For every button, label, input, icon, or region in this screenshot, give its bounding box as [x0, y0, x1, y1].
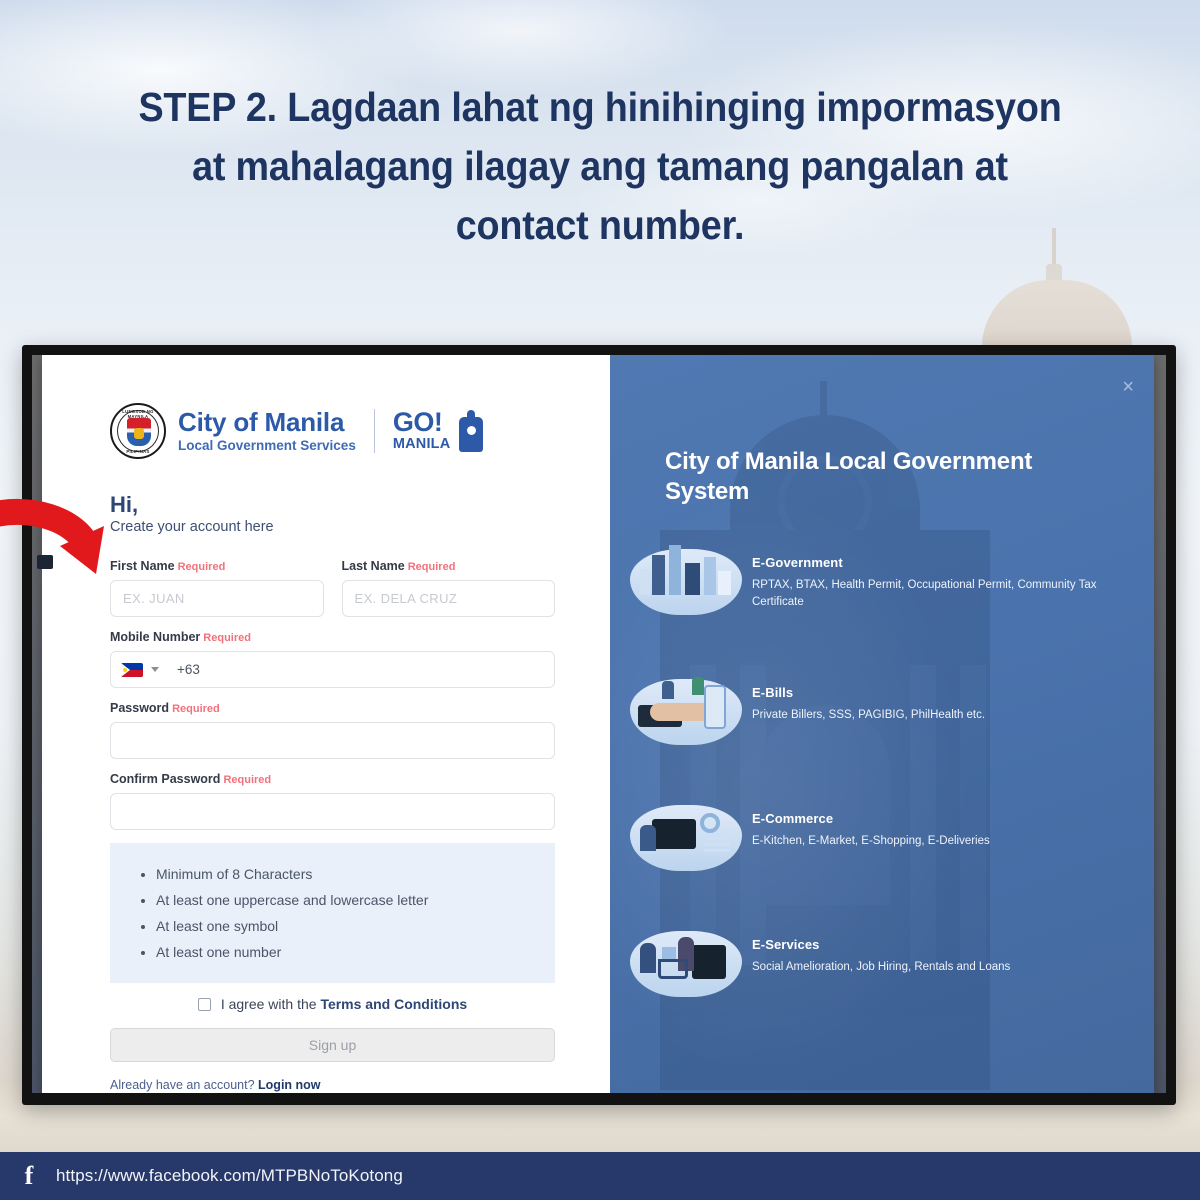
last-name-label: Last Name Required — [342, 559, 556, 573]
confirm-password-required: Required — [223, 774, 272, 787]
last-name-field-group: Last Name Required EX. DELA CRUZ — [341, 559, 556, 618]
service-title: E-Services — [752, 937, 820, 952]
password-rule: At least one uppercase and lowercase let… — [156, 887, 535, 913]
manila-seal-icon: LUNGSOD NG MAYNILA PILIPINAS — [110, 403, 166, 459]
terms-checkbox[interactable] — [197, 997, 211, 1011]
handshake-illustration-icon — [622, 663, 752, 759]
login-prompt-row: Already have an account? Login now — [110, 1078, 555, 1092]
info-panel: × City of Manila Local Government System… — [610, 355, 1154, 1093]
confirm-password-label: Confirm Password Required — [110, 772, 555, 786]
terms-and-conditions-link[interactable]: Terms and Conditions — [320, 996, 467, 1012]
seal-bottom-text: PILIPINAS — [126, 448, 150, 454]
password-input[interactable] — [110, 722, 555, 760]
last-name-required: Required — [407, 561, 456, 574]
first-name-required: Required — [177, 561, 226, 574]
registration-form: First Name Required EX. JUAN Last Name Req… — [110, 559, 555, 1092]
logo-divider — [373, 409, 375, 453]
service-item-e-services: E-Services Social Amelioration, Job Hiri… — [622, 915, 1102, 1011]
headline-line-1: STEP 2. Lagdaan lahat ng hinihinging imp… — [138, 84, 1062, 130]
clock-tower-icon — [456, 409, 486, 452]
login-prompt-text: Already have an account? — [110, 1078, 255, 1093]
password-required: Required — [172, 703, 220, 716]
signup-button[interactable]: Sign up — [110, 1028, 555, 1063]
service-title: E-Government — [752, 555, 843, 570]
facebook-url[interactable]: https://www.facebook.com/MTPBNoToKotong — [56, 1166, 403, 1186]
city-illustration-icon — [622, 533, 752, 629]
philippines-flag-icon[interactable] — [121, 662, 143, 677]
brand-text: City of Manila Local Government Services — [178, 406, 356, 454]
password-label: Password Required — [110, 701, 555, 715]
confirm-password-label-text: Confirm Password — [110, 772, 221, 787]
service-description: RPTAX, BTAX, Health Permit, Occupational… — [752, 579, 1097, 608]
service-item-e-government: E-Government RPTAX, BTAX, Health Permit,… — [622, 533, 1102, 629]
greeting-subtitle: Create your account here — [110, 519, 274, 536]
seal-top-text: LUNGSOD NG MAYNILA — [122, 408, 154, 419]
service-title: E-Bills — [752, 685, 794, 700]
terms-text: I agree with the Terms and Conditions — [221, 996, 467, 1012]
confirm-password-field-group: Confirm Password Required — [110, 772, 555, 831]
info-panel-title: City of Manila Local Government System — [665, 448, 1033, 505]
service-title: E-Commerce — [752, 811, 834, 826]
mobile-number-input[interactable]: +63 — [110, 651, 555, 689]
password-field-group: Password Required — [110, 701, 555, 760]
services-illustration-icon — [622, 915, 752, 1011]
mobile-number-label-text: Mobile Number — [110, 630, 201, 645]
password-label-text: Password — [110, 701, 170, 716]
monitor-frame: LUNGSOD NG MAYNILA PILIPINAS City of Man… — [22, 345, 1176, 1105]
terms-prefix: I agree with the — [220, 996, 317, 1013]
mobile-number-required: Required — [203, 632, 251, 645]
close-icon[interactable]: × — [1122, 377, 1134, 397]
password-requirements-list: Minimum of 8 Characters At least one upp… — [110, 843, 555, 984]
first-name-placeholder: EX. JUAN — [123, 591, 185, 607]
facebook-icon: f — [24, 1161, 34, 1190]
password-rule: At least one symbol — [156, 913, 535, 939]
page-title: STEP 2. Lagdaan lahat ng hinihinging imp… — [48, 78, 1152, 255]
brand-tagline: Local Government Services — [178, 438, 356, 454]
service-description: Social Amelioration, Job Hiring, Rentals… — [752, 961, 1011, 973]
service-description: Private Billers, SSS, PAGIBIG, PhilHealt… — [752, 709, 986, 721]
go-manila-go: GO! — [392, 406, 443, 437]
chevron-down-icon[interactable] — [151, 667, 159, 673]
red-curved-arrow-icon — [0, 499, 104, 574]
go-manila-logo: GO! MANILA — [392, 406, 487, 453]
service-item-e-bills: E-Bills Private Billers, SSS, PAGIBIG, P… — [622, 663, 1102, 759]
brand-name: City of Manila — [178, 406, 345, 437]
confirm-password-input[interactable] — [110, 793, 555, 831]
dial-code-text: +63 — [177, 662, 200, 678]
ecommerce-illustration-icon — [622, 789, 752, 885]
terms-row: I agree with the Terms and Conditions — [110, 996, 555, 1012]
greeting-title: Hi, — [110, 492, 139, 517]
password-rule: At least one number — [156, 939, 535, 965]
login-now-link[interactable]: Login now — [258, 1078, 320, 1092]
headline-line-2: at mahalagang ilagay ang tamang pangalan… — [192, 143, 1008, 189]
last-name-label-text: Last Name — [341, 559, 405, 574]
service-description: E-Kitchen, E-Market, E-Shopping, E-Deliv… — [752, 835, 990, 847]
go-manila-manila: MANILA — [392, 436, 451, 453]
footer-bar: f https://www.facebook.com/MTPBNoToKoton… — [0, 1152, 1200, 1200]
signup-dialog: LUNGSOD NG MAYNILA PILIPINAS City of Man… — [42, 355, 1154, 1093]
mobile-number-label: Mobile Number Required — [110, 630, 555, 644]
red-arrow-annotation — [0, 498, 150, 588]
monitor-screen: LUNGSOD NG MAYNILA PILIPINAS City of Man… — [32, 355, 1166, 1093]
mobile-number-field-group: Mobile Number Required +63 — [110, 630, 555, 689]
brand-logo: LUNGSOD NG MAYNILA PILIPINAS City of Man… — [110, 403, 555, 459]
last-name-input[interactable]: EX. DELA CRUZ — [341, 580, 555, 618]
headline-line-3: contact number. — [455, 202, 745, 248]
last-name-placeholder: EX. DELA CRUZ — [354, 591, 458, 607]
service-item-e-commerce: E-Commerce E-Kitchen, E-Market, E-Shoppi… — [622, 789, 1102, 885]
password-rule: Minimum of 8 Characters — [156, 861, 535, 887]
signup-form-panel: LUNGSOD NG MAYNILA PILIPINAS City of Man… — [42, 355, 610, 1093]
